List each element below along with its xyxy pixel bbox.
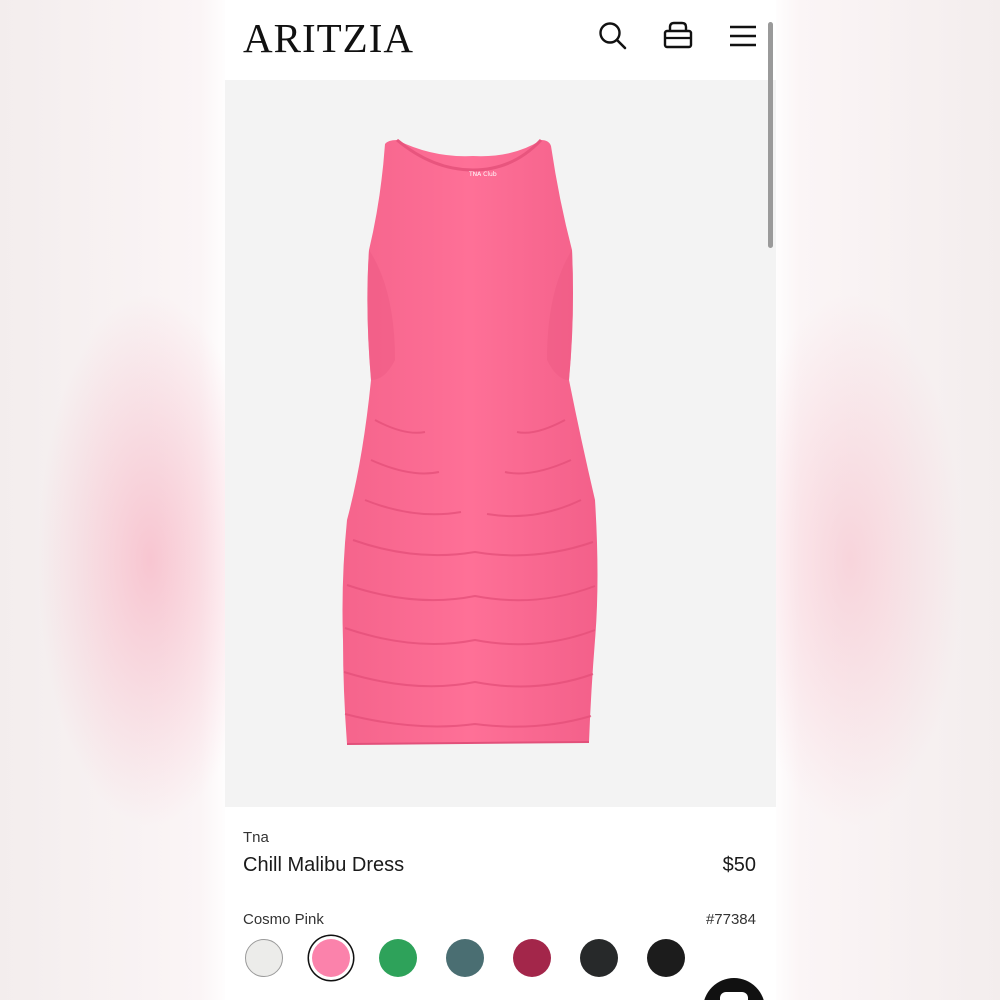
selected-color-name: Cosmo Pink bbox=[243, 911, 324, 928]
chat-button[interactable] bbox=[703, 978, 765, 1000]
pink-dress-illustration: TNA Club bbox=[342, 138, 598, 745]
product-price: $50 bbox=[722, 854, 756, 876]
product-image[interactable]: TNA Club bbox=[225, 80, 776, 807]
chat-icon bbox=[720, 992, 748, 1000]
color-swatch-green[interactable] bbox=[379, 939, 417, 977]
color-swatch-black[interactable] bbox=[647, 939, 685, 977]
aritzia-logo[interactable]: ARITZIA bbox=[243, 14, 414, 62]
color-swatch-cosmo-pink[interactable] bbox=[312, 939, 350, 977]
menu-icon[interactable] bbox=[726, 19, 760, 53]
site-header: ARITZIA bbox=[225, 0, 776, 80]
scrollbar[interactable] bbox=[768, 22, 773, 248]
product-sku: #77384 bbox=[705, 911, 756, 928]
product-name: Chill Malibu Dress bbox=[243, 854, 405, 876]
mobile-page: ARITZIA TNA Club Tna Chill Malibu Dress … bbox=[225, 0, 776, 1000]
search-icon[interactable] bbox=[596, 19, 630, 53]
bag-icon[interactable] bbox=[661, 19, 695, 53]
color-swatch-charcoal[interactable] bbox=[580, 939, 618, 977]
color-swatch-white[interactable] bbox=[245, 939, 283, 977]
garment-label: TNA Club bbox=[468, 171, 497, 178]
product-brand[interactable]: Tna bbox=[243, 829, 269, 846]
color-swatch-teal[interactable] bbox=[446, 939, 484, 977]
color-swatch-berry[interactable] bbox=[513, 939, 551, 977]
